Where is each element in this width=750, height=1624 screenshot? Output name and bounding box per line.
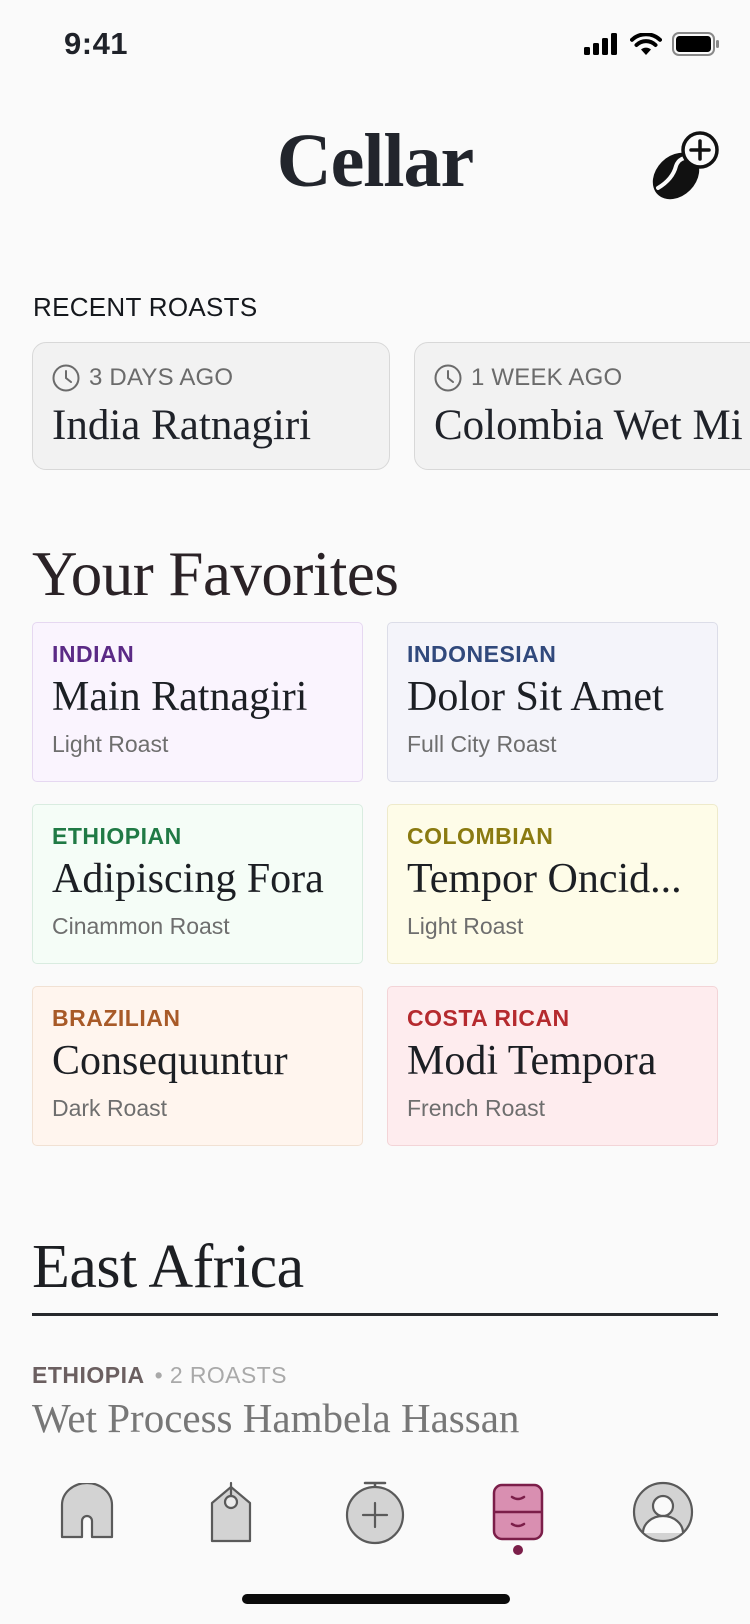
status-icons: [584, 32, 720, 56]
battery-icon: [672, 32, 719, 56]
favorites-heading: Your Favorites: [32, 539, 399, 609]
profile-icon: [632, 1481, 694, 1543]
favorite-card[interactable]: COSTA RICAN Modi Tempora French Roast: [387, 986, 718, 1146]
favorite-card[interactable]: COLOMBIAN Tempor Oncid... Light Roast: [387, 804, 718, 964]
favorite-card[interactable]: INDIAN Main Ratnagiri Light Roast: [32, 622, 363, 782]
status-time: 9:41: [64, 26, 129, 61]
favorite-roast-level: Cinammon Roast: [52, 913, 230, 939]
favorite-name: Consequuntur: [52, 1038, 288, 1084]
country-name: ETHIOPIA: [32, 1362, 145, 1388]
app-title: Cellar: [276, 119, 475, 203]
recent-roasts-carousel[interactable]: 3 DAYS AGO India Ratnagiri 1 WEEK AGO Co…: [32, 342, 750, 472]
tab-tags[interactable]: [191, 1472, 271, 1552]
add-coffee-button[interactable]: [644, 130, 720, 206]
favorite-card[interactable]: BRAZILIAN Consequuntur Dark Roast: [32, 986, 363, 1146]
favorite-origin: BRAZILIAN: [52, 1005, 181, 1031]
favorite-name: Main Ratnagiri: [52, 674, 308, 720]
cellular-signal-icon: [584, 33, 617, 55]
recent-roast-time: 1 WEEK AGO: [471, 364, 623, 391]
region-heading: East Africa: [32, 1233, 304, 1301]
add-roast-icon: [345, 1481, 405, 1545]
tab-add-roast[interactable]: [335, 1472, 415, 1552]
favorite-origin: ETHIOPIAN: [52, 823, 182, 849]
home-icon: [60, 1483, 114, 1539]
recent-roasts-label: RECENT ROASTS: [33, 292, 258, 322]
favorite-roast-level: Full City Roast: [407, 731, 557, 757]
region-divider: [32, 1313, 718, 1316]
favorite-card[interactable]: INDONESIAN Dolor Sit Amet Full City Roas…: [387, 622, 718, 782]
favorite-origin: INDONESIAN: [407, 641, 557, 667]
clock-icon: [52, 364, 80, 392]
favorite-origin: COSTA RICAN: [407, 1005, 570, 1031]
favorite-roast-level: Light Roast: [407, 913, 524, 939]
clock-icon: [434, 364, 462, 392]
wifi-icon: [630, 32, 662, 55]
recent-roast-card[interactable]: 1 WEEK AGO Colombia Wet Mi: [414, 342, 750, 470]
favorite-roast-level: Light Roast: [52, 731, 169, 757]
recent-roast-name: Colombia Wet Mi: [434, 402, 743, 449]
recent-roast-time: 3 DAYS AGO: [89, 364, 234, 391]
active-tab-indicator: [513, 1545, 523, 1555]
favorite-roast-level: French Roast: [407, 1095, 546, 1121]
favorite-name: Tempor Oncid...: [407, 856, 682, 902]
recent-roast-card[interactable]: 3 DAYS AGO India Ratnagiri: [32, 342, 390, 470]
cellar-cabinet-icon: [492, 1483, 544, 1541]
favorite-name: Modi Tempora: [407, 1038, 657, 1084]
coffee-bean-add-icon: [652, 131, 719, 200]
favorite-name: Adipiscing Fora: [52, 856, 324, 902]
roast-count: • 2 ROASTS: [154, 1362, 287, 1388]
tab-cellar[interactable]: [478, 1472, 558, 1552]
tab-profile[interactable]: [623, 1472, 703, 1552]
coffee-list-item[interactable]: Wet Process Hambela Hassan: [32, 1394, 519, 1442]
tab-home[interactable]: [47, 1472, 127, 1552]
tag-icon: [210, 1481, 252, 1543]
favorite-roast-level: Dark Roast: [52, 1095, 168, 1121]
favorite-origin: INDIAN: [52, 641, 135, 667]
favorite-origin: COLOMBIAN: [407, 823, 554, 849]
favorite-name: Dolor Sit Amet: [407, 674, 664, 720]
home-indicator[interactable]: [242, 1594, 510, 1604]
country-row: ETHIOPIA • 2 ROASTS: [32, 1362, 287, 1389]
recent-roast-name: India Ratnagiri: [52, 402, 312, 449]
favorite-card[interactable]: ETHIOPIAN Adipiscing Fora Cinammon Roast: [32, 804, 363, 964]
